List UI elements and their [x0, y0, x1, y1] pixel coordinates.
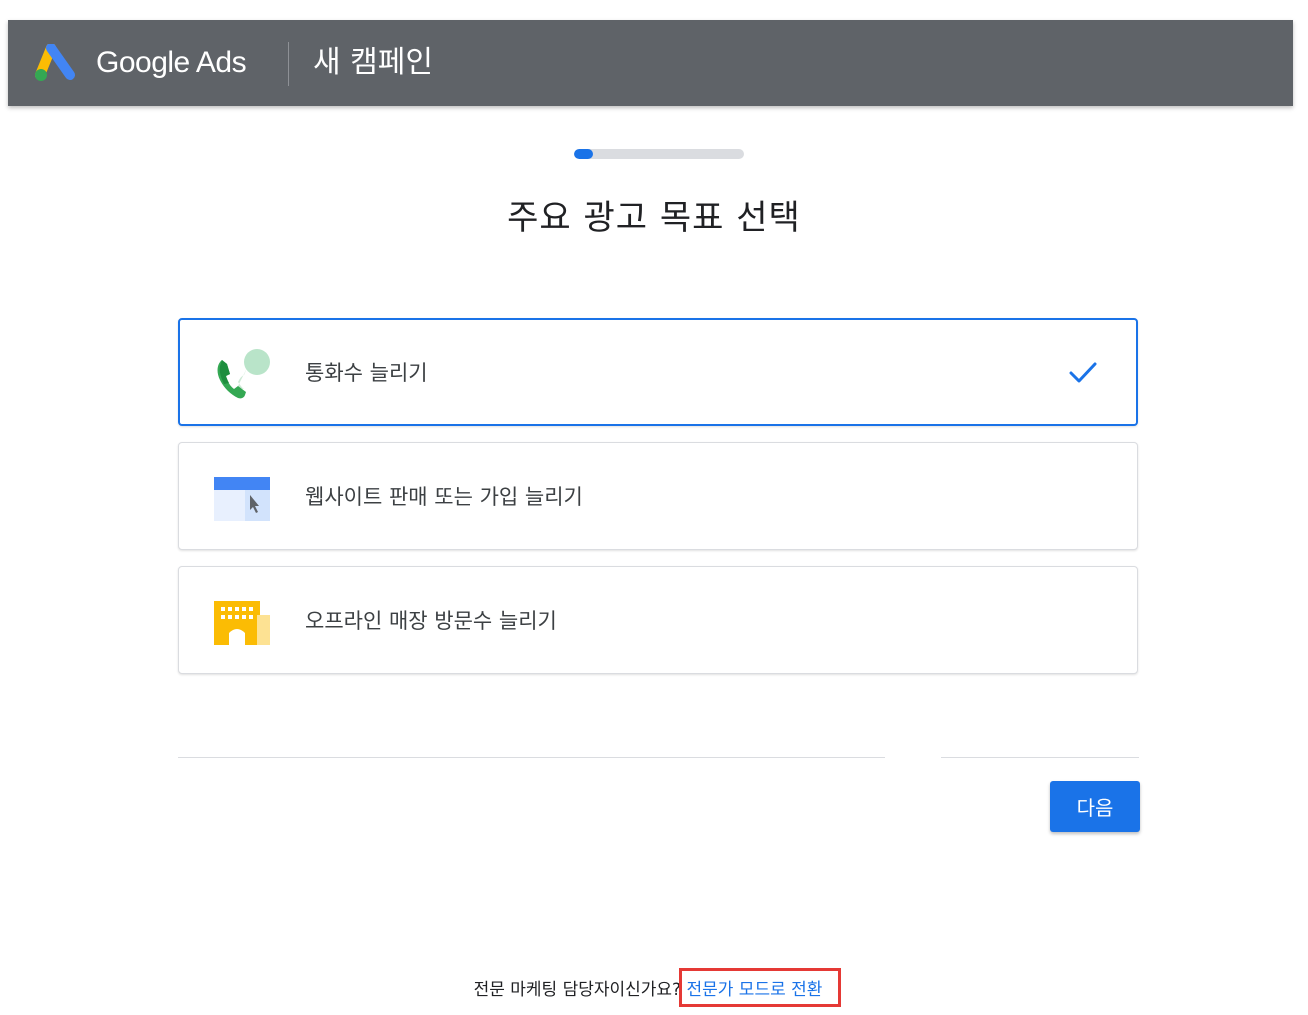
goal-option-store-visits[interactable]: 오프라인 매장 방문수 늘리기	[178, 566, 1138, 674]
goal-option-label: 통화수 늘리기	[305, 361, 428, 385]
phone-call-icon	[217, 349, 270, 399]
header-divider	[288, 42, 289, 86]
page: Google Ads 새 캠페인 주요 광고 목표 선택 통화수 늘리기 웹사이…	[0, 0, 1308, 1015]
goal-option-calls[interactable]: 통화수 늘리기	[178, 318, 1138, 426]
app-header: Google Ads 새 캠페인	[8, 20, 1293, 106]
goal-option-website[interactable]: 웹사이트 판매 또는 가입 늘리기	[178, 442, 1138, 550]
goal-option-label: 오프라인 매장 방문수 늘리기	[305, 609, 557, 633]
store-building-icon	[214, 601, 270, 645]
campaign-title: 새 캠페인	[313, 45, 433, 80]
divider-right	[941, 757, 1139, 758]
divider-left	[178, 757, 885, 758]
website-cursor-icon	[214, 477, 270, 521]
page-title: 주요 광고 목표 선택	[507, 198, 801, 238]
footer: 전문 마케팅 담당자이신가요? 전문가 모드로 전환	[0, 968, 1308, 1007]
next-button[interactable]: 다음	[1050, 781, 1140, 832]
progress-bar-fill	[574, 149, 593, 159]
goal-option-label: 웹사이트 판매 또는 가입 늘리기	[305, 485, 583, 509]
progress-bar	[574, 149, 744, 159]
brand-name: Google Ads	[96, 46, 247, 79]
footer-question: 전문 마케팅 담당자이신가요?	[473, 980, 682, 1000]
google-ads-logo-icon	[35, 44, 75, 81]
switch-to-expert-mode-link[interactable]: 전문가 모드로 전환	[679, 968, 842, 1007]
check-icon	[1069, 362, 1097, 383]
